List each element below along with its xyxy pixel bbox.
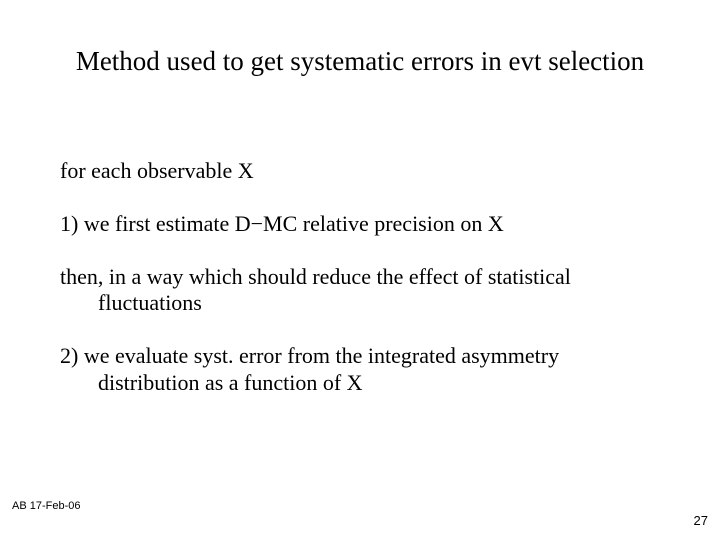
slide-body: for each observable X 1) we first estima… bbox=[60, 158, 660, 423]
footer-author-date: AB 17-Feb-06 bbox=[12, 500, 80, 512]
paragraph-step2: 2) we evaluate syst. error from the inte… bbox=[60, 343, 660, 397]
slide-title: Method used to get systematic errors in … bbox=[0, 46, 720, 77]
paragraph-transition: then, in a way which should reduce the e… bbox=[60, 264, 660, 318]
slide: Method used to get systematic errors in … bbox=[0, 0, 720, 540]
footer-page-number: 27 bbox=[694, 513, 708, 528]
paragraph-intro: for each observable X bbox=[60, 158, 660, 185]
paragraph-step1: 1) we first estimate D−MC relative preci… bbox=[60, 211, 660, 238]
